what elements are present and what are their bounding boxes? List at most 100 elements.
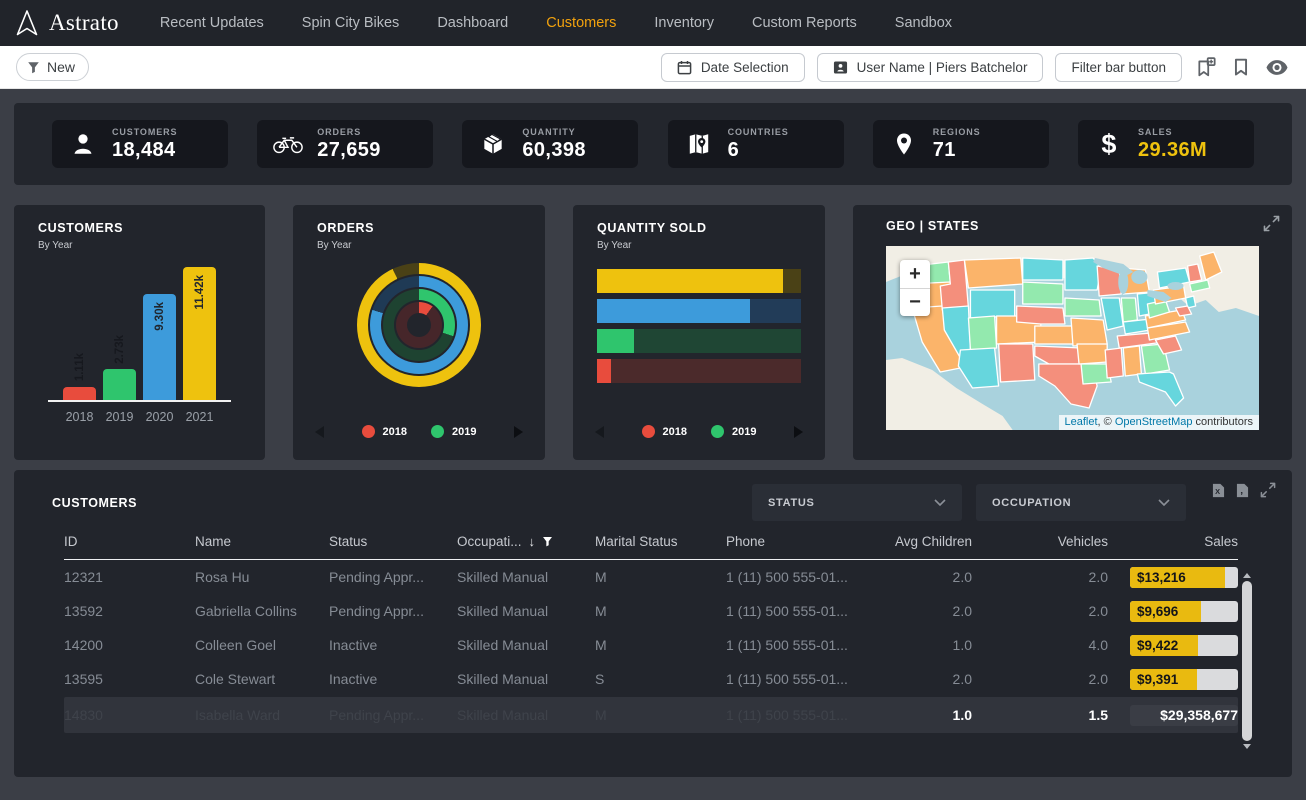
legend-item-2018[interactable]: 2018 xyxy=(362,425,407,438)
geo-title: GEO | STATES xyxy=(886,219,1259,233)
nav-item-inventory[interactable]: Inventory xyxy=(635,15,733,31)
col-header-id[interactable]: ID xyxy=(64,534,195,549)
col-header-sales[interactable]: Sales xyxy=(1108,534,1238,549)
filter-funnel-icon[interactable] xyxy=(542,536,553,547)
chart-title: ORDERS xyxy=(317,221,521,235)
radial-chart[interactable] xyxy=(317,263,521,387)
user-button[interactable]: User Name | Piers Batchelor xyxy=(817,53,1044,82)
hbar-2019[interactable] xyxy=(597,329,801,353)
brand-name: Astrato xyxy=(49,10,119,36)
expand-icon[interactable] xyxy=(1263,215,1280,232)
map-icon xyxy=(683,131,715,157)
nav-item-sandbox[interactable]: Sandbox xyxy=(876,15,971,31)
col-header-marital-status[interactable]: Marital Status xyxy=(595,534,726,549)
expand-icon[interactable] xyxy=(1260,482,1276,498)
col-header-status[interactable]: Status xyxy=(329,534,457,549)
table-scrollbar[interactable] xyxy=(1241,573,1253,749)
bookmark-add-icon[interactable] xyxy=(1194,57,1218,77)
nav-item-dashboard[interactable]: Dashboard xyxy=(418,15,527,31)
export-excel-icon[interactable]: X xyxy=(1212,483,1225,498)
kpi-value: 27,659 xyxy=(317,139,381,162)
new-label: New xyxy=(47,59,75,75)
legend-prev-icon[interactable] xyxy=(595,426,604,438)
hbar-2021[interactable] xyxy=(597,269,801,293)
zoom-in-button[interactable]: + xyxy=(900,260,930,288)
legend-dot xyxy=(711,425,724,438)
legend-next-icon[interactable] xyxy=(794,426,803,438)
col-header-vehicles[interactable]: Vehicles xyxy=(972,534,1108,549)
brand[interactable]: Astrato xyxy=(14,9,119,37)
chart-title: QUANTITY SOLD xyxy=(597,221,801,235)
legend-item-2019[interactable]: 2019 xyxy=(711,425,756,438)
leaflet-link[interactable]: Leaflet xyxy=(1065,416,1098,428)
quantity-chart-panel: QUANTITY SOLD By Year xyxy=(573,205,825,460)
bar-value-label: 9.30k xyxy=(154,302,166,331)
eye-icon[interactable] xyxy=(1264,60,1290,75)
x-axis-labels: 2018 2019 2020 2021 xyxy=(48,410,231,424)
occupation-filter-dropdown[interactable]: OCCUPATION xyxy=(976,484,1186,521)
date-selection-label: Date Selection xyxy=(701,60,789,75)
bar-2018[interactable]: 1.11k xyxy=(63,387,96,400)
bar-2021[interactable]: 11.42k xyxy=(183,267,216,400)
geo-states-panel: GEO | STATES xyxy=(853,205,1292,460)
bar-2019[interactable]: 2.73k xyxy=(103,369,136,400)
customers-table: ID Name Status Occupati... ↓ Marital Sta… xyxy=(64,534,1238,733)
bar-chart: 1.11k 2.73k 9.30k 11.42k 2018 2019 2020 xyxy=(48,267,231,424)
new-filter-button[interactable]: New xyxy=(16,53,89,81)
kpi-sales[interactable]: $ SALES 29.36M xyxy=(1078,120,1254,168)
legend-prev-icon[interactable] xyxy=(315,426,324,438)
legend-item-2019[interactable]: 2019 xyxy=(431,425,476,438)
kpi-label: QUANTITY xyxy=(522,127,586,137)
kpi-regions[interactable]: REGIONS 71 xyxy=(873,120,1049,168)
table-actions: X , xyxy=(1212,482,1276,498)
usa-states-map xyxy=(886,246,1259,430)
legend-dot xyxy=(642,425,655,438)
ring-2019 xyxy=(383,289,455,361)
hbar-2018[interactable] xyxy=(597,359,801,383)
nav-item-spin-city-bikes[interactable]: Spin City Bikes xyxy=(283,15,419,31)
kpi-label: CUSTOMERS xyxy=(112,127,177,137)
status-filter-dropdown[interactable]: STATUS xyxy=(752,484,962,521)
nav-item-recent-updates[interactable]: Recent Updates xyxy=(141,15,283,31)
export-csv-icon[interactable]: , xyxy=(1236,483,1249,498)
bookmark-icon[interactable] xyxy=(1230,58,1252,76)
table-row[interactable]: 13595Cole StewartInactive Skilled Manual… xyxy=(64,662,1238,696)
kpi-countries[interactable]: COUNTRIES 6 xyxy=(668,120,844,168)
bar-2020[interactable]: 9.30k xyxy=(143,294,176,400)
zoom-out-button[interactable]: − xyxy=(900,288,930,316)
kpi-orders[interactable]: ORDERS 27,659 xyxy=(257,120,433,168)
nav-item-customers[interactable]: Customers xyxy=(527,15,635,31)
leaflet-map[interactable]: + − Leaflet, © OpenStreetMap contributor… xyxy=(886,246,1259,430)
customers-table-panel: CUSTOMERS STATUS OCCUPATION X , xyxy=(14,470,1292,777)
scroll-down-icon[interactable] xyxy=(1243,744,1251,749)
table-filters: STATUS OCCUPATION xyxy=(752,484,1186,521)
top-nav: Astrato Recent Updates Spin City Bikes D… xyxy=(0,0,1306,46)
status-filter-label: STATUS xyxy=(768,497,815,509)
legend-item-2018[interactable]: 2018 xyxy=(642,425,687,438)
openstreetmap-link[interactable]: OpenStreetMap xyxy=(1115,416,1193,428)
filter-bar-button[interactable]: Filter bar button xyxy=(1055,53,1182,82)
hbar-2020[interactable] xyxy=(597,299,801,323)
kpi-customers[interactable]: CUSTOMERS 18,484 xyxy=(52,120,228,168)
kpi-quantity[interactable]: QUANTITY 60,398 xyxy=(462,120,638,168)
sort-desc-icon[interactable]: ↓ xyxy=(529,534,536,549)
table-row[interactable]: 13592Gabriella CollinsPending Appr... Sk… xyxy=(64,594,1238,628)
table-row[interactable]: 14200Colleen GoelInactive Skilled Manual… xyxy=(64,628,1238,662)
kpi-label: ORDERS xyxy=(317,127,381,137)
col-header-occupation[interactable]: Occupati... ↓ xyxy=(457,534,595,549)
nav-item-custom-reports[interactable]: Custom Reports xyxy=(733,15,876,31)
col-header-avg-children[interactable]: Avg Children xyxy=(876,534,972,549)
customers-chart-panel: CUSTOMERS By Year 1.11k 2.73k 9.30k 11.4… xyxy=(14,205,265,460)
map-zoom-control: + − xyxy=(900,260,930,316)
legend-next-icon[interactable] xyxy=(514,426,523,438)
funnel-icon xyxy=(27,61,40,74)
date-selection-button[interactable]: Date Selection xyxy=(661,53,805,82)
col-header-name[interactable]: Name xyxy=(195,534,329,549)
scrollbar-thumb[interactable] xyxy=(1242,581,1252,741)
person-icon xyxy=(67,131,99,157)
col-header-phone[interactable]: Phone xyxy=(726,534,876,549)
kpi-label: SALES xyxy=(1138,127,1207,137)
kpi-value: 71 xyxy=(933,139,981,162)
table-row[interactable]: 12321Rosa HuPending Appr... Skilled Manu… xyxy=(64,560,1238,594)
scroll-up-icon[interactable] xyxy=(1243,573,1251,578)
